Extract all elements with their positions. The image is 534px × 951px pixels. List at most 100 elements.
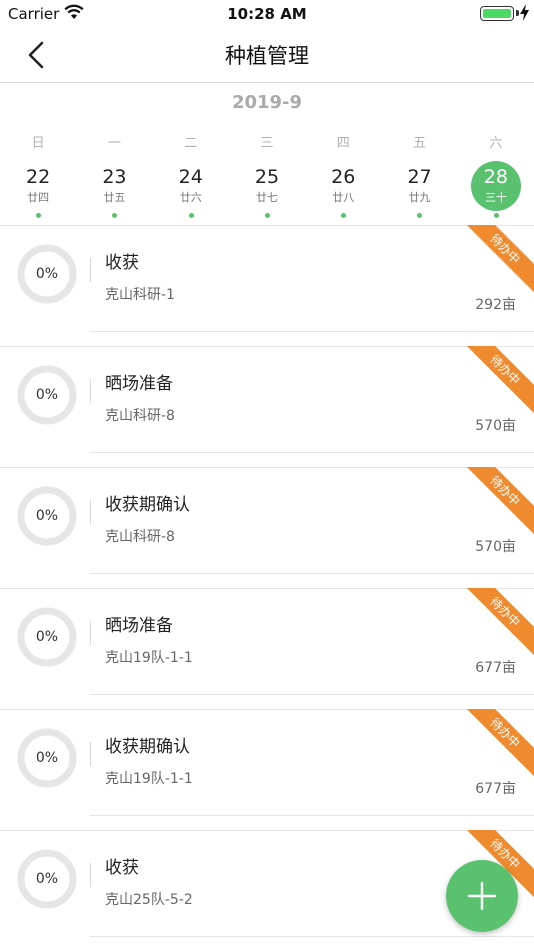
task-field-name: 克山科研-8 [105,408,175,424]
nav-bar: 种植管理 [0,28,534,83]
progress-percent: 0% [35,266,59,282]
lunar-date: 廿七 [255,191,278,204]
card-divider [0,467,534,468]
weekday-label: 三 [260,136,274,151]
clock: 10:28 AM [227,5,307,23]
task-title: 收获 [105,253,139,273]
vertical-divider [90,742,91,766]
battery-nub [516,10,519,16]
lunar-date: 三十 [484,191,507,204]
month-label: 2019-9 [231,92,303,113]
status-badge: 待办中 [459,346,534,416]
weekday-label: 四 [336,136,350,151]
status-badge: 待办中 [459,588,534,658]
card-divider [90,815,534,816]
lunar-date: 廿五 [103,191,126,204]
date-cell[interactable]: 23 廿五 [76,161,152,223]
weekday-label: 五 [413,136,427,151]
plus-icon [467,881,497,911]
task-list: 0% 收获 克山科研-1 292亩 待办中 0% 晒场准备 克山科研-8 570… [0,225,534,951]
task-field-name: 克山科研-8 [105,529,175,545]
task-indicator-dot [188,213,194,218]
task-field-name: 克山25队-5-2 [105,892,193,908]
date-row: 22 廿四 23 廿五 24 廿六 25 廿七 26 廿八 27 廿九 28 三… [0,161,534,223]
vertical-divider [90,500,91,524]
date-cell[interactable]: 27 廿九 [381,161,457,223]
task-indicator-dot [36,213,41,218]
progress-percent: 0% [35,871,59,887]
weekday-header: 日 一 二 三 四 五 六 [0,132,534,152]
vertical-divider [90,258,91,282]
task-indicator-dot [264,213,270,218]
lunar-date: 廿四 [27,191,50,204]
task-indicator-dot [417,213,423,218]
status-badge: 待办中 [459,467,534,537]
status-badge: 待办中 [459,709,534,779]
progress-percent: 0% [35,629,59,645]
status-badge: 待办中 [459,225,534,295]
weekday-label: 二 [184,136,198,151]
task-card[interactable]: 0% 晒场准备 克山科研-8 570亩 待办中 [0,346,534,467]
weekday-label: 一 [107,136,121,151]
date-cell[interactable]: 25 廿七 [229,161,305,223]
task-card[interactable]: 0% 晒场准备 克山19队-1-1 677亩 待办中 [0,588,534,709]
add-task-button[interactable] [446,860,518,932]
task-card[interactable]: 0% 收获期确认 克山科研-8 570亩 待办中 [0,467,534,588]
vertical-divider [90,621,91,645]
progress-percent: 0% [35,387,59,403]
lunar-date: 廿八 [332,191,355,204]
progress-percent: 0% [35,508,59,524]
date-number: 27 [407,166,432,188]
card-divider [0,225,534,226]
task-indicator-dot [341,213,347,218]
date-number: 25 [254,166,280,188]
progress-percent: 0% [35,750,59,766]
card-divider [90,694,534,695]
date-number: 26 [331,166,356,188]
weekday-label: 六 [489,136,503,151]
task-title: 晒场准备 [105,616,173,636]
task-indicator-dot [112,213,118,218]
date-number: 28 [483,166,508,188]
card-divider [90,331,534,332]
weekday-label: 日 [31,136,45,151]
task-area: 570亩 [475,418,516,434]
week-calendar: 2019-9 日 一 二 三 四 五 六 22 廿四 23 廿五 24 廿六 2… [0,83,534,225]
task-area: 292亩 [475,297,516,313]
card-divider [90,452,534,453]
card-divider [0,588,534,589]
status-bar: Carrier 10:28 AM [0,0,534,28]
lunar-date: 廿九 [408,191,431,204]
task-title: 收获 [105,858,139,878]
task-card[interactable]: 0% 收获期确认 克山19队-1-1 677亩 待办中 [0,709,534,830]
task-field-name: 克山19队-1-1 [105,650,193,666]
date-number: 22 [26,166,51,188]
charging-bolt-icon [520,4,529,21]
card-divider [90,936,534,937]
card-divider [0,709,534,710]
lunar-date: 廿六 [179,191,202,204]
task-title: 晒场准备 [105,374,173,394]
task-title: 收获期确认 [105,495,190,515]
task-area: 570亩 [475,539,516,555]
date-cell[interactable]: 28 三十 [458,161,534,223]
card-divider [90,573,534,574]
date-number: 24 [178,166,203,188]
date-number: 23 [102,166,127,188]
date-cell[interactable]: 26 廿八 [305,161,381,223]
task-card[interactable]: 0% 收获 克山科研-1 292亩 待办中 [0,225,534,346]
date-cell[interactable]: 24 廿六 [153,161,229,223]
card-divider [0,830,534,831]
battery-level [483,9,511,18]
task-field-name: 克山科研-1 [105,287,175,303]
task-title: 收获期确认 [105,737,190,757]
vertical-divider [90,863,91,887]
page-title: 种植管理 [225,44,309,68]
task-area: 677亩 [475,660,516,676]
date-cell[interactable]: 22 廿四 [0,161,76,223]
task-field-name: 克山19队-1-1 [105,771,193,787]
task-indicator-dot [493,213,499,218]
battery-icon [480,6,514,21]
card-divider [0,346,534,347]
vertical-divider [90,379,91,403]
